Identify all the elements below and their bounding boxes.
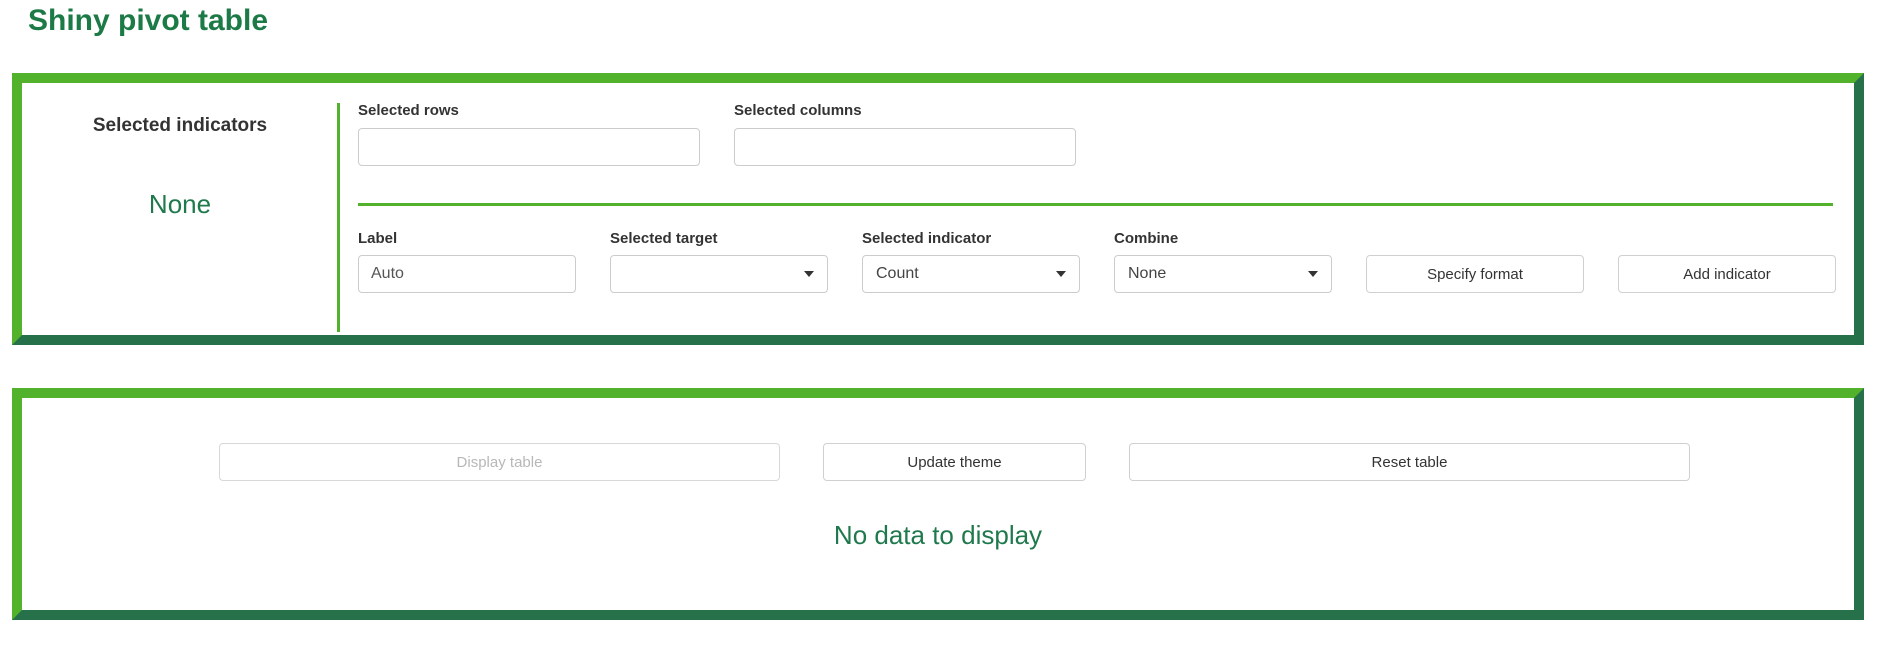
vertical-divider	[337, 103, 340, 332]
no-data-message: No data to display	[22, 520, 1854, 551]
selected-indicator-select[interactable]: Count	[862, 255, 1080, 293]
caret-down-icon	[1308, 271, 1318, 277]
combine-select-value: None	[1128, 265, 1166, 283]
caret-down-icon	[1056, 271, 1066, 277]
selected-indicators-value: None	[22, 189, 338, 220]
selected-indicator-label: Selected indicator	[862, 230, 991, 247]
label-field-label: Label	[358, 230, 397, 247]
reset-table-button[interactable]: Reset table	[1129, 443, 1690, 481]
selected-columns-label: Selected columns	[734, 102, 862, 119]
display-table-button: Display table	[219, 443, 780, 481]
selected-columns-input[interactable]	[734, 128, 1076, 166]
selected-rows-input[interactable]	[358, 128, 700, 166]
pivot-table-panel: Display table Update theme Reset table N…	[12, 388, 1864, 620]
selected-indicators-heading: Selected indicators	[22, 115, 338, 137]
selected-indicator-select-value: Count	[876, 265, 919, 283]
selected-target-label: Selected target	[610, 230, 718, 247]
page: Shiny pivot table Selected indicators No…	[0, 0, 1886, 648]
selected-rows-label: Selected rows	[358, 102, 459, 119]
label-input[interactable]	[358, 255, 576, 293]
combine-label: Combine	[1114, 230, 1178, 247]
combine-select[interactable]: None	[1114, 255, 1332, 293]
update-theme-button[interactable]: Update theme	[823, 443, 1086, 481]
selected-target-select[interactable]	[610, 255, 828, 293]
page-title: Shiny pivot table	[28, 4, 268, 38]
add-indicator-button[interactable]: Add indicator	[1618, 255, 1836, 293]
indicator-config-panel: Selected indicators None Selected rows S…	[12, 73, 1864, 345]
horizontal-separator	[358, 203, 1833, 206]
caret-down-icon	[804, 271, 814, 277]
specify-format-button[interactable]: Specify format	[1366, 255, 1584, 293]
